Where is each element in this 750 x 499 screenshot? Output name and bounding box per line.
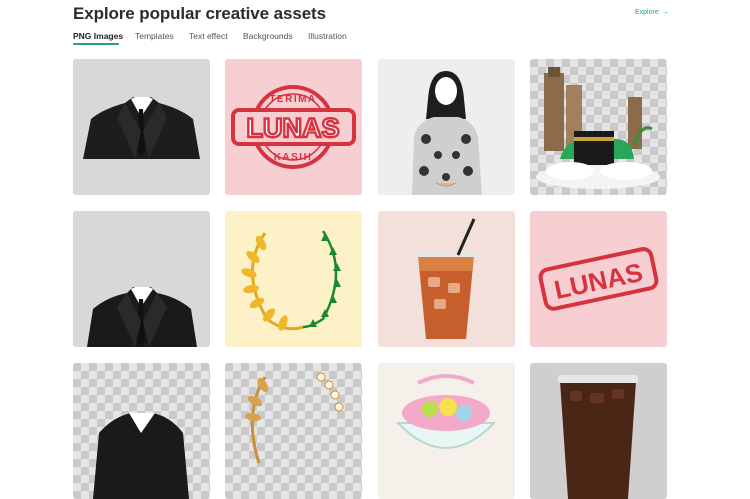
dessert-bowl-card[interactable] [378, 363, 515, 499]
black-suit-image [93, 413, 189, 499]
tab-templates[interactable]: Templates [135, 31, 174, 41]
lunas-terima-kasih-stamp-card[interactable]: LUNAS TERIMA KASIH [225, 59, 362, 195]
suit-png-card-2[interactable] [73, 211, 210, 347]
laurel-wreath-image [245, 372, 344, 464]
explore-link[interactable]: Explore → [635, 9, 669, 16]
tab-illustration[interactable]: Illustration [308, 31, 347, 41]
iced-coffee-card[interactable] [530, 363, 667, 499]
hijab-woman-image [412, 71, 482, 195]
laurel-wreath-card[interactable] [225, 211, 362, 347]
iced-tea-card[interactable] [378, 211, 515, 347]
hijab-batik-card[interactable] [378, 59, 515, 195]
black-suit-image [87, 287, 197, 347]
laurel-wreath-image [241, 230, 341, 331]
active-tab-underline [73, 43, 119, 45]
stamp-bottom-text: KASIH [274, 152, 313, 163]
black-suit-image [83, 97, 200, 159]
section-title: Explore popular creative assets [73, 4, 326, 23]
iced-tea-image [416, 218, 476, 339]
dessert-bowl-image [395, 374, 497, 449]
kaaba-image [536, 67, 660, 189]
tab-png-images[interactable]: PNG Images [73, 31, 123, 41]
stamp-top-text: TERIMA [269, 94, 316, 105]
tab-backgrounds[interactable]: Backgrounds [243, 31, 293, 41]
tab-text-effect[interactable]: Text effect [189, 31, 228, 41]
lunas-stamp-image: LUNAS [538, 247, 659, 311]
suit-png-card[interactable] [73, 59, 210, 195]
gold-wreath-card[interactable] [225, 363, 362, 499]
stamp-main-text: LUNAS [247, 113, 340, 143]
arrow-right-icon: → [661, 9, 669, 16]
lunas-stamp-card[interactable]: LUNAS [530, 211, 667, 347]
explore-label: Explore [635, 9, 659, 16]
kaaba-mecca-card[interactable] [530, 59, 667, 195]
suit-png-card-3[interactable] [73, 363, 210, 499]
lunas-stamp-image: LUNAS TERIMA KASIH [231, 85, 356, 169]
iced-coffee-image [558, 375, 638, 499]
